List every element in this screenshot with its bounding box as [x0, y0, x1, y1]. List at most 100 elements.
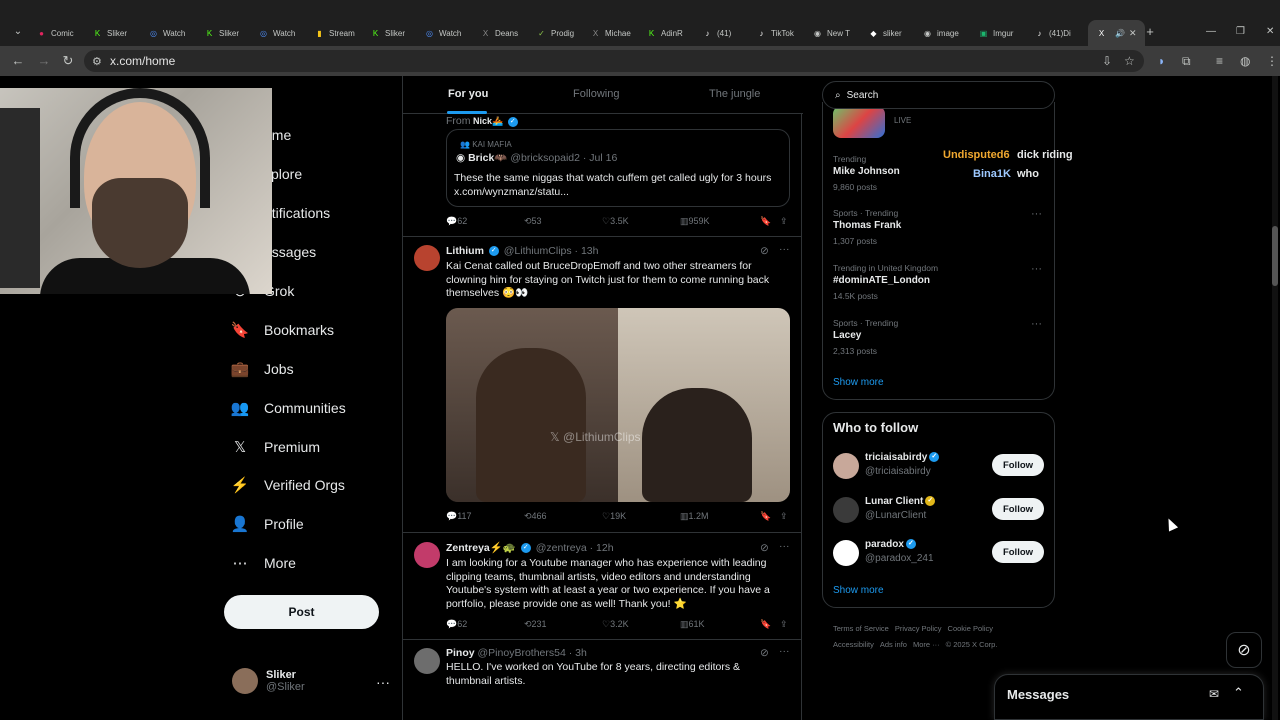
- forward-icon[interactable]: →: [36, 53, 52, 69]
- media-control-icon[interactable]: ≡: [1216, 54, 1223, 68]
- nav-item-people[interactable]: 👥 Communities: [230, 399, 346, 417]
- reply-button[interactable]: 💬 117: [446, 511, 472, 522]
- browser-tab[interactable]: ♪ (41): [702, 22, 732, 44]
- bookmark-button[interactable]: 🔖: [760, 511, 771, 522]
- site-info-icon[interactable]: ⚙: [92, 55, 102, 68]
- grok-floating-button[interactable]: ⊘: [1226, 632, 1262, 668]
- browser-tab[interactable]: ▮ Stream: [314, 22, 355, 44]
- footer-link[interactable]: Accessibility: [833, 640, 874, 649]
- browser-menu-icon[interactable]: ⋮: [1266, 54, 1278, 68]
- address-bar[interactable]: ⚙ x.com/home: [84, 50, 1144, 72]
- scrollbar-thumb[interactable]: [1272, 226, 1278, 286]
- share-button[interactable]: ⇪: [780, 619, 788, 630]
- nav-item-bookmark[interactable]: 🔖 Bookmarks: [230, 321, 334, 339]
- tab-audio-icon[interactable]: 🔊: [1115, 29, 1125, 38]
- back-icon[interactable]: ←: [10, 53, 26, 69]
- who-to-follow-show-more-link[interactable]: Show more: [833, 585, 884, 596]
- trend-title[interactable]: #dominATE_London: [833, 275, 930, 286]
- tab-search-icon[interactable]: ⌄: [10, 24, 26, 40]
- browser-tab[interactable]: K Sliker: [92, 22, 127, 44]
- repost-button[interactable]: ⟲ 53: [524, 216, 542, 227]
- views-button[interactable]: ▥ 61K: [680, 619, 705, 630]
- footer-link[interactable]: Privacy Policy: [895, 624, 942, 633]
- bookmark-button[interactable]: 🔖: [760, 216, 771, 227]
- expand-chevron-icon[interactable]: ⌃: [1233, 685, 1244, 701]
- avatar[interactable]: [833, 497, 859, 523]
- avatar[interactable]: [414, 245, 440, 271]
- browser-tab[interactable]: ● Comic: [36, 22, 74, 44]
- trend-title[interactable]: Thomas Frank: [833, 220, 901, 231]
- footer-link[interactable]: Ads info: [880, 640, 907, 649]
- install-icon[interactable]: ⇩: [1102, 54, 1112, 68]
- grok-icon[interactable]: ⊘: [760, 245, 769, 259]
- footer-link[interactable]: More ···: [913, 640, 940, 649]
- trends-show-more-link[interactable]: Show more: [833, 377, 884, 388]
- bookmark-star-icon[interactable]: ☆: [1124, 54, 1135, 68]
- repost-button[interactable]: ⟲ 231: [524, 619, 547, 630]
- account-more-icon[interactable]: ···: [376, 674, 390, 690]
- post-button[interactable]: Post: [224, 595, 379, 629]
- footer-link[interactable]: Terms of Service: [833, 624, 889, 633]
- trend-title[interactable]: Lacey: [833, 330, 861, 341]
- avatar[interactable]: [833, 453, 859, 479]
- grok-icon[interactable]: ⊘: [760, 647, 769, 661]
- trend-more-icon[interactable]: ···: [1031, 263, 1042, 275]
- new-tab-button[interactable]: +: [1142, 24, 1158, 40]
- tab-following[interactable]: Following: [573, 88, 619, 100]
- browser-tab[interactable]: ◉ New T: [812, 22, 850, 44]
- footer-link[interactable]: © 2025 X Corp.: [946, 640, 998, 649]
- avatar[interactable]: [414, 648, 440, 674]
- follow-suggestion-name[interactable]: Lunar Client ✓: [865, 496, 937, 507]
- profile-avatar-icon[interactable]: ◍: [1240, 54, 1250, 68]
- follow-suggestion-name[interactable]: paradox ✓: [865, 539, 918, 550]
- browser-tab[interactable]: ▣ Imgur: [978, 22, 1014, 44]
- browser-tab[interactable]: X Michae: [590, 22, 631, 44]
- share-button[interactable]: ⇪: [780, 511, 788, 522]
- minimize-button[interactable]: —: [1206, 26, 1216, 37]
- close-window-button[interactable]: ✕: [1266, 26, 1274, 37]
- browser-tab[interactable]: ✓ Prodig: [536, 22, 574, 44]
- tab-close-icon[interactable]: ✕: [1129, 28, 1137, 39]
- messages-drawer[interactable]: Messages ✉ ⌃: [994, 674, 1264, 720]
- views-button[interactable]: ▥ 1.2M: [680, 511, 709, 522]
- avatar[interactable]: [414, 542, 440, 568]
- nav-item-x-logo[interactable]: 𝕏 Premium: [230, 438, 320, 456]
- reply-button[interactable]: 💬 62: [446, 619, 467, 630]
- browser-tab[interactable]: K Sliker: [204, 22, 239, 44]
- extension-icon[interactable]: ◗: [1158, 54, 1165, 68]
- more-icon[interactable]: ···: [779, 540, 790, 554]
- browser-tab[interactable]: ◎ Watch: [148, 22, 185, 44]
- browser-tab[interactable]: ♪ TikTok: [756, 22, 794, 44]
- tab-the-jungle[interactable]: The jungle: [709, 88, 760, 100]
- bookmark-button[interactable]: 🔖: [760, 619, 771, 630]
- follow-button[interactable]: Follow: [992, 498, 1044, 520]
- browser-tab[interactable]: ◉ image: [922, 22, 959, 44]
- like-button[interactable]: ♡ 3.5K: [602, 216, 629, 227]
- follow-suggestion-name[interactable]: triciaisabirdy ✓: [865, 452, 941, 463]
- browser-tab[interactable]: X Deans: [480, 22, 518, 44]
- share-button[interactable]: ⇪: [780, 216, 788, 227]
- more-icon[interactable]: ···: [779, 645, 790, 659]
- like-button[interactable]: ♡ 3.2K: [602, 619, 629, 630]
- new-message-icon[interactable]: ✉: [1209, 687, 1219, 701]
- account-switcher[interactable]: Sliker @Sliker: [232, 668, 305, 694]
- browser-tab[interactable]: ◆ sliker: [868, 22, 901, 44]
- browser-tab[interactable]: ◎ Watch: [258, 22, 295, 44]
- nav-item-person[interactable]: 👤 Profile: [230, 515, 304, 533]
- nav-item-briefcase[interactable]: 💼 Jobs: [230, 360, 294, 378]
- page-scrollbar[interactable]: [1272, 76, 1278, 720]
- browser-tab[interactable]: K Sliker: [370, 22, 405, 44]
- more-icon[interactable]: ···: [779, 243, 790, 257]
- tweet-video[interactable]: 𝕏 @LithiumClips: [446, 308, 790, 502]
- views-button[interactable]: ▥ 959K: [680, 216, 710, 227]
- follow-button[interactable]: Follow: [992, 454, 1044, 476]
- grok-icon[interactable]: ⊘: [760, 542, 769, 556]
- from-name[interactable]: Nick🚣: [473, 116, 503, 126]
- live-event-thumbnail[interactable]: [833, 106, 885, 138]
- tab-for-you[interactable]: For you: [448, 88, 488, 100]
- reply-button[interactable]: 💬 62: [446, 216, 467, 227]
- trend-more-icon[interactable]: ···: [1031, 208, 1042, 220]
- browser-tab[interactable]: X 🔊 ✕: [1088, 20, 1145, 46]
- reload-icon[interactable]: ↻: [60, 53, 76, 69]
- nav-item-lightning[interactable]: ⚡ Verified Orgs: [230, 476, 345, 494]
